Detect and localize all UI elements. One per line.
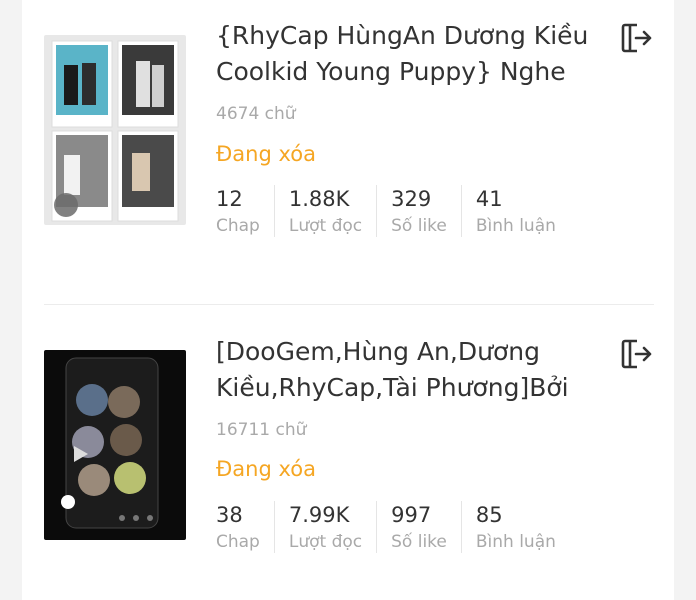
status-label: Đang xóa: [216, 142, 316, 166]
stat-likes: 997 Số like: [391, 501, 462, 553]
stat-label: Chap: [216, 216, 260, 236]
stat-chap: 12 Chap: [216, 185, 275, 237]
stat-label: Bình luận: [475, 532, 556, 552]
stat-label: Số like: [391, 532, 447, 552]
story-title[interactable]: {RhyCap HùngAn Dương Kiều Coolkid Young …: [216, 18, 591, 90]
story-list: {RhyCap HùngAn Dương Kiều Coolkid Young …: [22, 0, 674, 600]
stat-value: 7.99K: [288, 503, 350, 527]
stat-reads: 7.99K Lượt đọc: [288, 501, 378, 553]
stat-value: 85: [475, 503, 503, 527]
story-stats: 12 Chap 1.88K Lượt đọc 329 Số like 41 Bì…: [216, 185, 584, 237]
stat-value: 997: [391, 503, 432, 527]
photo-collage: [44, 350, 186, 540]
exit-button[interactable]: [618, 20, 654, 56]
status-label: Đang xóa: [216, 457, 316, 481]
stat-value: 41: [475, 187, 503, 211]
story-stats: 38 Chap 7.99K Lượt đọc 997 Số like 85 Bì…: [216, 501, 584, 553]
stat-value: 12: [216, 187, 243, 211]
stat-chap: 38 Chap: [216, 501, 275, 553]
stat-label: Lượt đọc: [288, 532, 363, 552]
word-count: 16711 chữ: [216, 420, 307, 440]
exit-button[interactable]: [618, 336, 654, 372]
stat-comments: 41 Bình luận: [476, 185, 570, 237]
stat-comments: 85 Bình luận: [476, 501, 570, 553]
stat-label: Số like: [391, 216, 447, 236]
divider: [44, 304, 654, 305]
story-cover-image[interactable]: [44, 350, 186, 540]
stat-value: 329: [391, 187, 432, 211]
stat-label: Bình luận: [475, 216, 556, 236]
stat-value: 1.88K: [288, 187, 350, 211]
word-count: 4674 chữ: [216, 104, 296, 124]
story-cover-image[interactable]: [44, 35, 186, 225]
exit-icon: [621, 339, 652, 369]
stat-value: 38: [216, 503, 243, 527]
stat-label: Lượt đọc: [288, 216, 363, 236]
stat-likes: 329 Số like: [391, 185, 462, 237]
story-title[interactable]: [DooGem,Hùng An,Dương Kiều,RhyCap,Tài Ph…: [216, 334, 591, 406]
stat-label: Chap: [216, 532, 260, 552]
story-card[interactable]: [DooGem,Hùng An,Dương Kiều,RhyCap,Tài Ph…: [44, 320, 654, 600]
stat-reads: 1.88K Lượt đọc: [288, 185, 378, 237]
photo-collage: [44, 35, 186, 225]
story-card[interactable]: {RhyCap HùngAn Dương Kiều Coolkid Young …: [44, 0, 654, 300]
exit-icon: [621, 23, 652, 53]
